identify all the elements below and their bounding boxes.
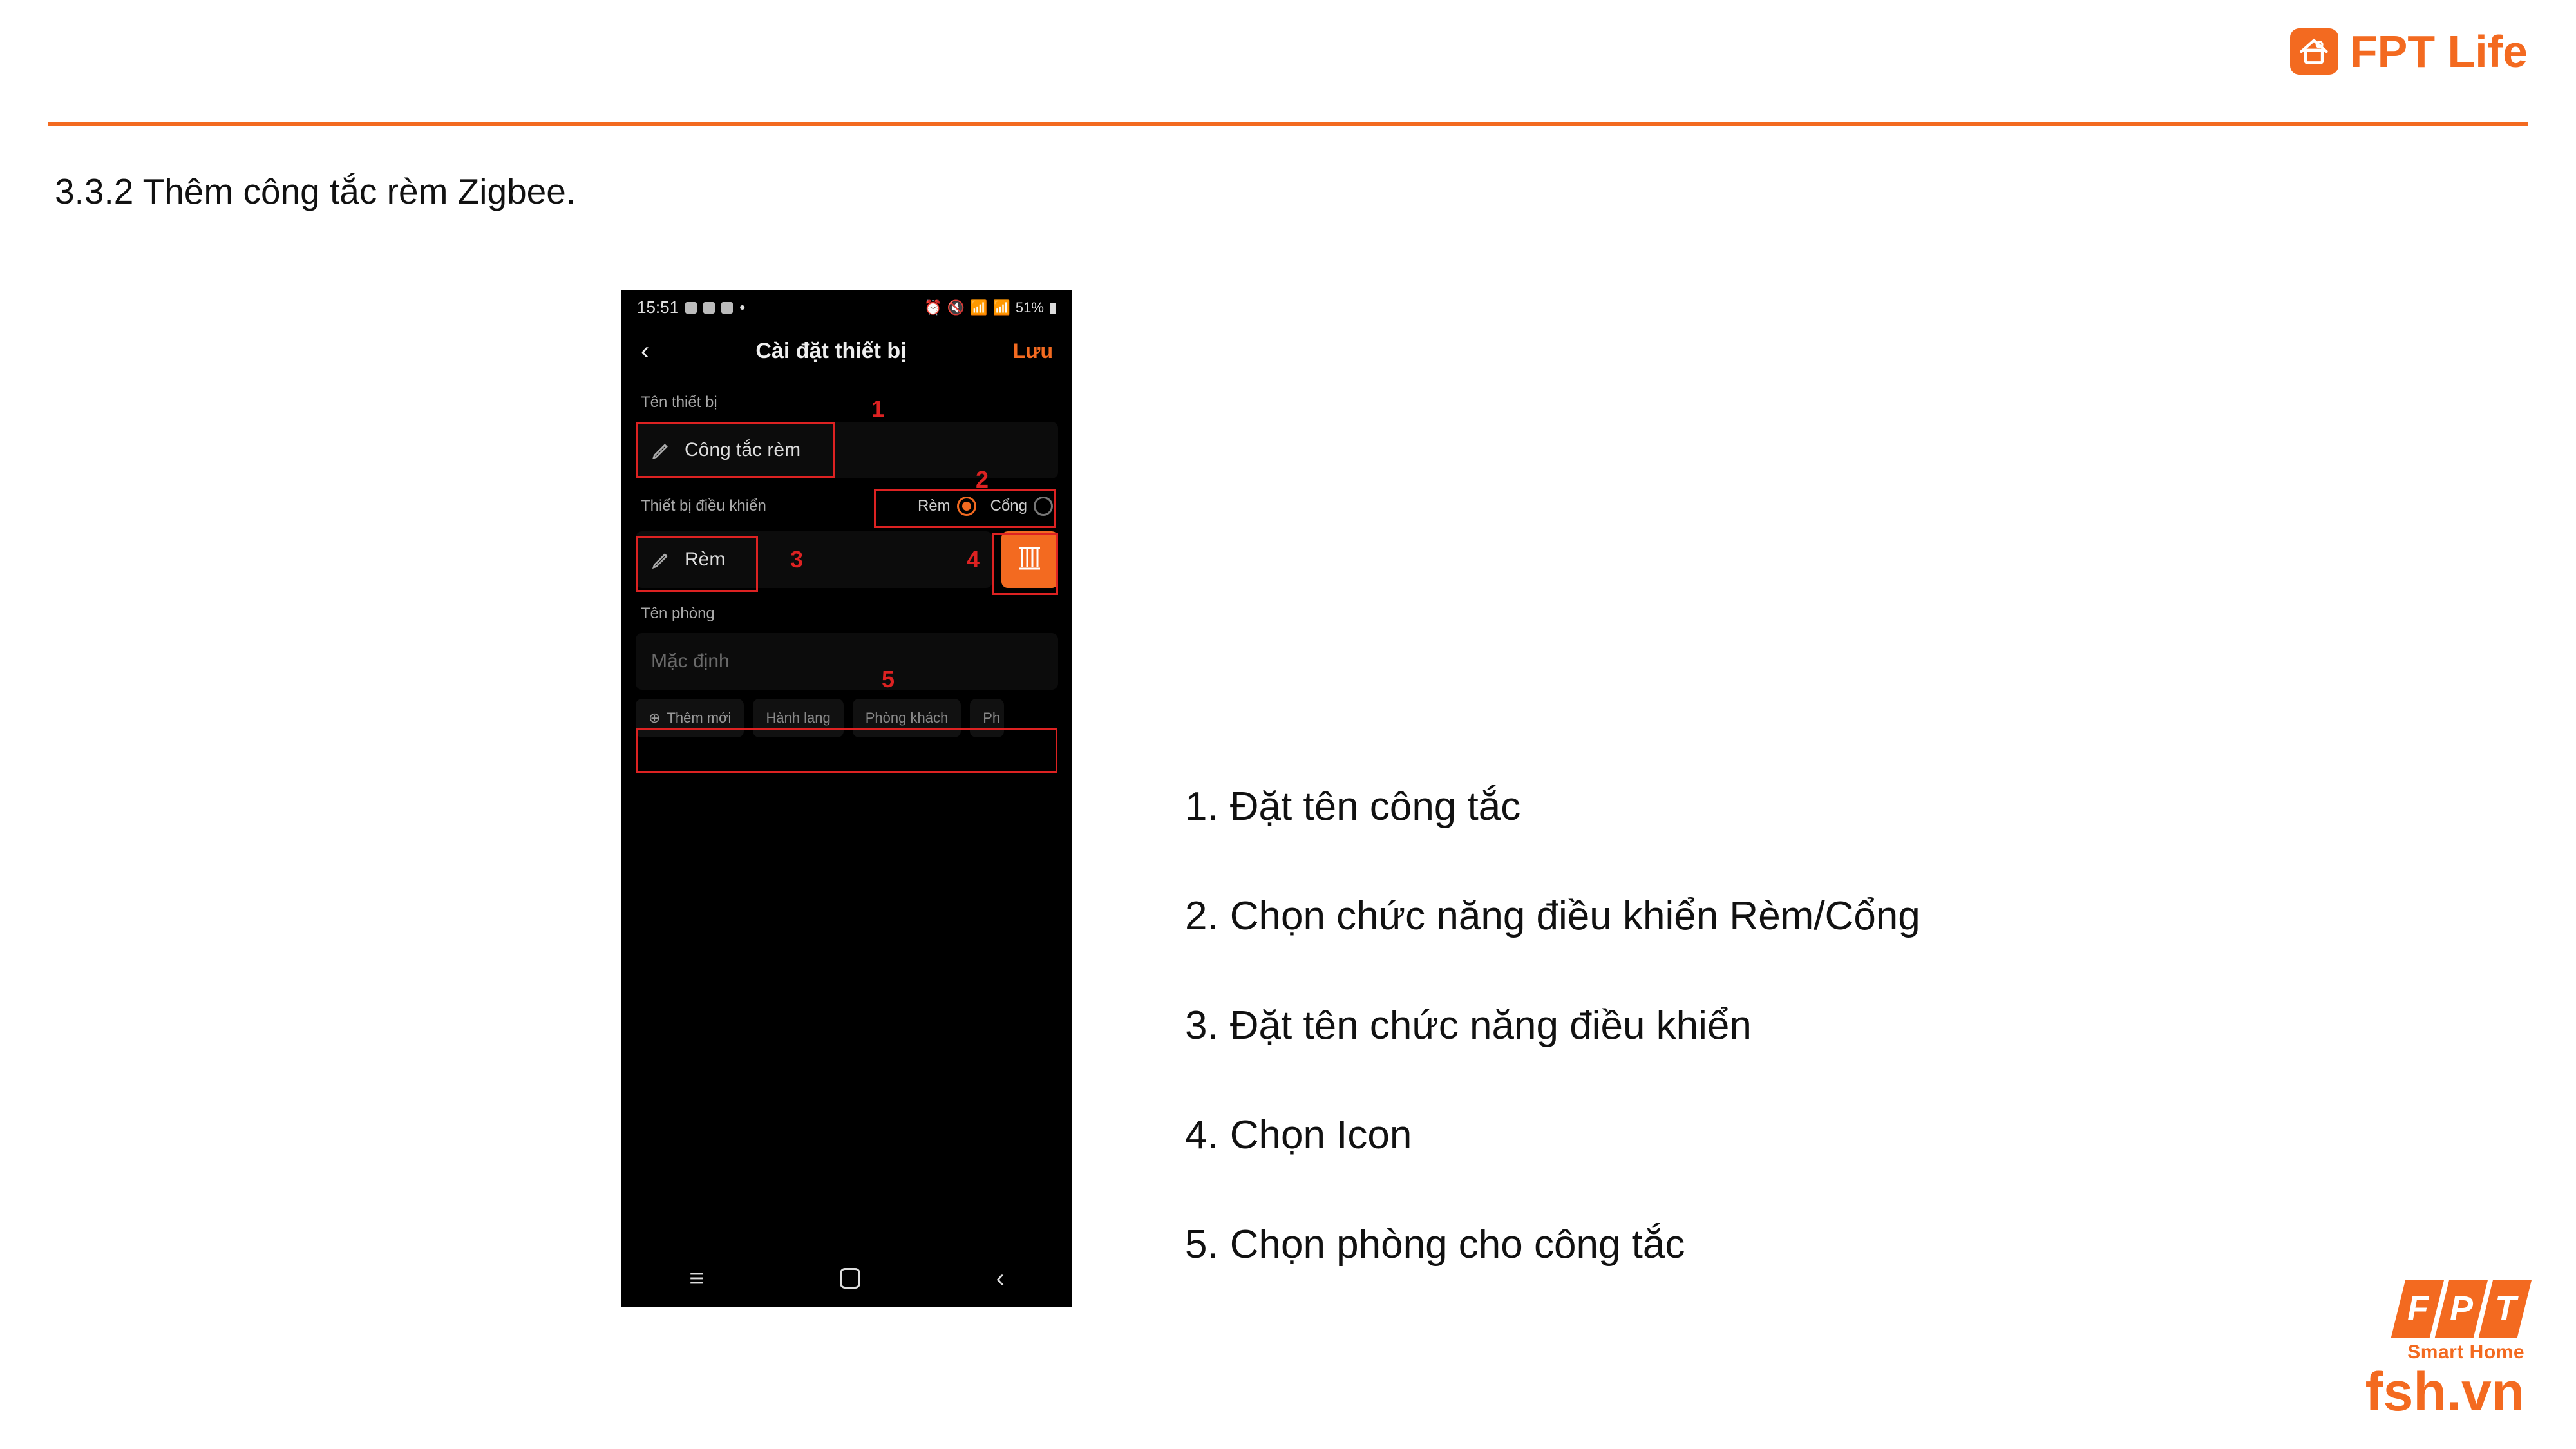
device-name-value: Công tắc rèm bbox=[685, 439, 800, 461]
save-button[interactable]: Lưu bbox=[1013, 339, 1053, 363]
step-3: 3. Đặt tên chức năng điều khiển bbox=[1185, 1005, 1920, 1046]
plus-circle-icon: ⊕ bbox=[649, 710, 660, 726]
control-type-label: Thiết bị điều khiển bbox=[641, 497, 766, 515]
step-number: 4. bbox=[1185, 1114, 1218, 1156]
chip-room[interactable]: Hành lang bbox=[753, 699, 843, 737]
radio-rem-label: Rèm bbox=[918, 497, 951, 515]
fpt-blocks-logo-icon: F P T bbox=[2391, 1280, 2532, 1338]
step-number: 3. bbox=[1185, 1005, 1218, 1046]
step-text: Đặt tên công tắc bbox=[1230, 786, 1521, 828]
radio-cong[interactable]: Cổng bbox=[990, 497, 1053, 516]
brand-top-label: FPT Life bbox=[2350, 26, 2528, 77]
alarm-icon: ⏰ bbox=[924, 299, 942, 316]
step-2: 2. Chọn chức năng điều khiển Rèm/Cổng bbox=[1185, 895, 1920, 937]
status-app-icon bbox=[721, 302, 733, 314]
control-name-input[interactable]: Rèm bbox=[636, 531, 992, 588]
room-chips: ⊕ Thêm mới Hành lang Phòng khách Ph bbox=[636, 699, 1058, 737]
annotation-number-3: 3 bbox=[790, 546, 803, 573]
instruction-steps: 1. Đặt tên công tắc 2. Chọn chức năng điều… bbox=[1185, 786, 1920, 1333]
choose-icon-button[interactable] bbox=[1001, 531, 1058, 588]
status-time: 15:51 bbox=[637, 298, 679, 317]
edit-icon bbox=[651, 549, 672, 570]
annotation-number-1: 1 bbox=[871, 395, 884, 422]
step-1: 1. Đặt tên công tắc bbox=[1185, 786, 1920, 828]
edit-icon bbox=[651, 440, 672, 460]
chip-room-label: Phòng khách bbox=[866, 710, 948, 726]
status-bar: 15:51 • ⏰ 🔇 📶 📶 51% ▮ bbox=[621, 290, 1072, 325]
step-number: 2. bbox=[1185, 895, 1218, 937]
step-text: Chọn phòng cho công tắc bbox=[1230, 1224, 1685, 1265]
battery-text: 51% bbox=[1016, 299, 1044, 316]
battery-icon: ▮ bbox=[1049, 299, 1057, 316]
control-type-row: Thiết bị điều khiển Rèm Cổng bbox=[621, 478, 1072, 525]
fpt-life-logo-icon bbox=[2290, 28, 2338, 75]
chip-room[interactable]: Phòng khách bbox=[853, 699, 961, 737]
annotation-number-2: 2 bbox=[976, 466, 989, 493]
room-label: Tên phòng bbox=[621, 588, 1072, 633]
header-rule bbox=[48, 122, 2528, 126]
nav-recent-icon[interactable]: ≡ bbox=[689, 1264, 704, 1293]
annotation-number-5: 5 bbox=[882, 666, 895, 693]
back-icon[interactable]: ‹ bbox=[641, 337, 649, 366]
android-navbar: ≡ ‹ bbox=[621, 1249, 1072, 1307]
chip-room[interactable]: Ph bbox=[970, 699, 1004, 737]
title-bar: ‹ Cài đặt thiết bị Lưu bbox=[621, 325, 1072, 377]
control-name-row: Rèm bbox=[636, 531, 1058, 588]
curtain-icon bbox=[1014, 544, 1045, 575]
step-text: Đặt tên chức năng điều khiển bbox=[1230, 1005, 1752, 1046]
section-title: 3.3.2 Thêm công tắc rèm Zigbee. bbox=[55, 171, 576, 212]
status-app-icon bbox=[703, 302, 715, 314]
chip-add-label: Thêm mới bbox=[667, 710, 731, 726]
radio-on-icon bbox=[957, 497, 976, 516]
brand-bottom: F P T Smart Home fsh.vn bbox=[2365, 1280, 2524, 1423]
fpt-letter: P bbox=[2450, 1289, 2473, 1329]
device-name-input[interactable]: Công tắc rèm bbox=[636, 422, 1058, 478]
status-more-icon: • bbox=[739, 298, 745, 317]
step-4: 4. Chọn Icon bbox=[1185, 1114, 1920, 1156]
signal-icon: 📶 bbox=[992, 299, 1010, 316]
nav-home-icon[interactable] bbox=[840, 1268, 860, 1289]
room-input[interactable]: Mặc định bbox=[636, 633, 1058, 690]
site-url: fsh.vn bbox=[2365, 1361, 2524, 1423]
smart-home-label: Smart Home bbox=[2365, 1341, 2524, 1363]
fpt-letter: T bbox=[2495, 1289, 2516, 1329]
radio-rem[interactable]: Rèm bbox=[918, 497, 976, 516]
step-text: Chọn Icon bbox=[1230, 1114, 1412, 1156]
brand-top: FPT Life bbox=[2290, 26, 2528, 77]
device-name-label: Tên thiết bị bbox=[621, 377, 1072, 422]
wifi-icon: 📶 bbox=[970, 299, 987, 316]
step-number: 1. bbox=[1185, 786, 1218, 828]
radio-off-icon bbox=[1034, 497, 1053, 516]
status-app-icon bbox=[685, 302, 697, 314]
chip-room-label: Ph bbox=[983, 710, 1000, 726]
control-type-radios: Rèm Cổng bbox=[918, 497, 1053, 516]
chip-add-room[interactable]: ⊕ Thêm mới bbox=[636, 699, 744, 737]
step-5: 5. Chọn phòng cho công tắc bbox=[1185, 1224, 1920, 1265]
radio-cong-label: Cổng bbox=[990, 497, 1027, 515]
nav-back-icon[interactable]: ‹ bbox=[996, 1264, 1004, 1293]
phone-mock: 15:51 • ⏰ 🔇 📶 📶 51% ▮ ‹ Cài đặt thiết bị… bbox=[621, 290, 1072, 1307]
control-name-value: Rèm bbox=[685, 549, 725, 571]
chip-room-label: Hành lang bbox=[766, 710, 830, 726]
mute-icon: 🔇 bbox=[947, 299, 965, 316]
room-placeholder: Mặc định bbox=[651, 650, 730, 672]
step-text: Chọn chức năng điều khiển Rèm/Cổng bbox=[1230, 895, 1920, 937]
screen-title: Cài đặt thiết bị bbox=[755, 339, 906, 364]
fpt-letter: F bbox=[2407, 1289, 2429, 1329]
step-number: 5. bbox=[1185, 1224, 1218, 1265]
annotation-number-4: 4 bbox=[967, 546, 980, 573]
